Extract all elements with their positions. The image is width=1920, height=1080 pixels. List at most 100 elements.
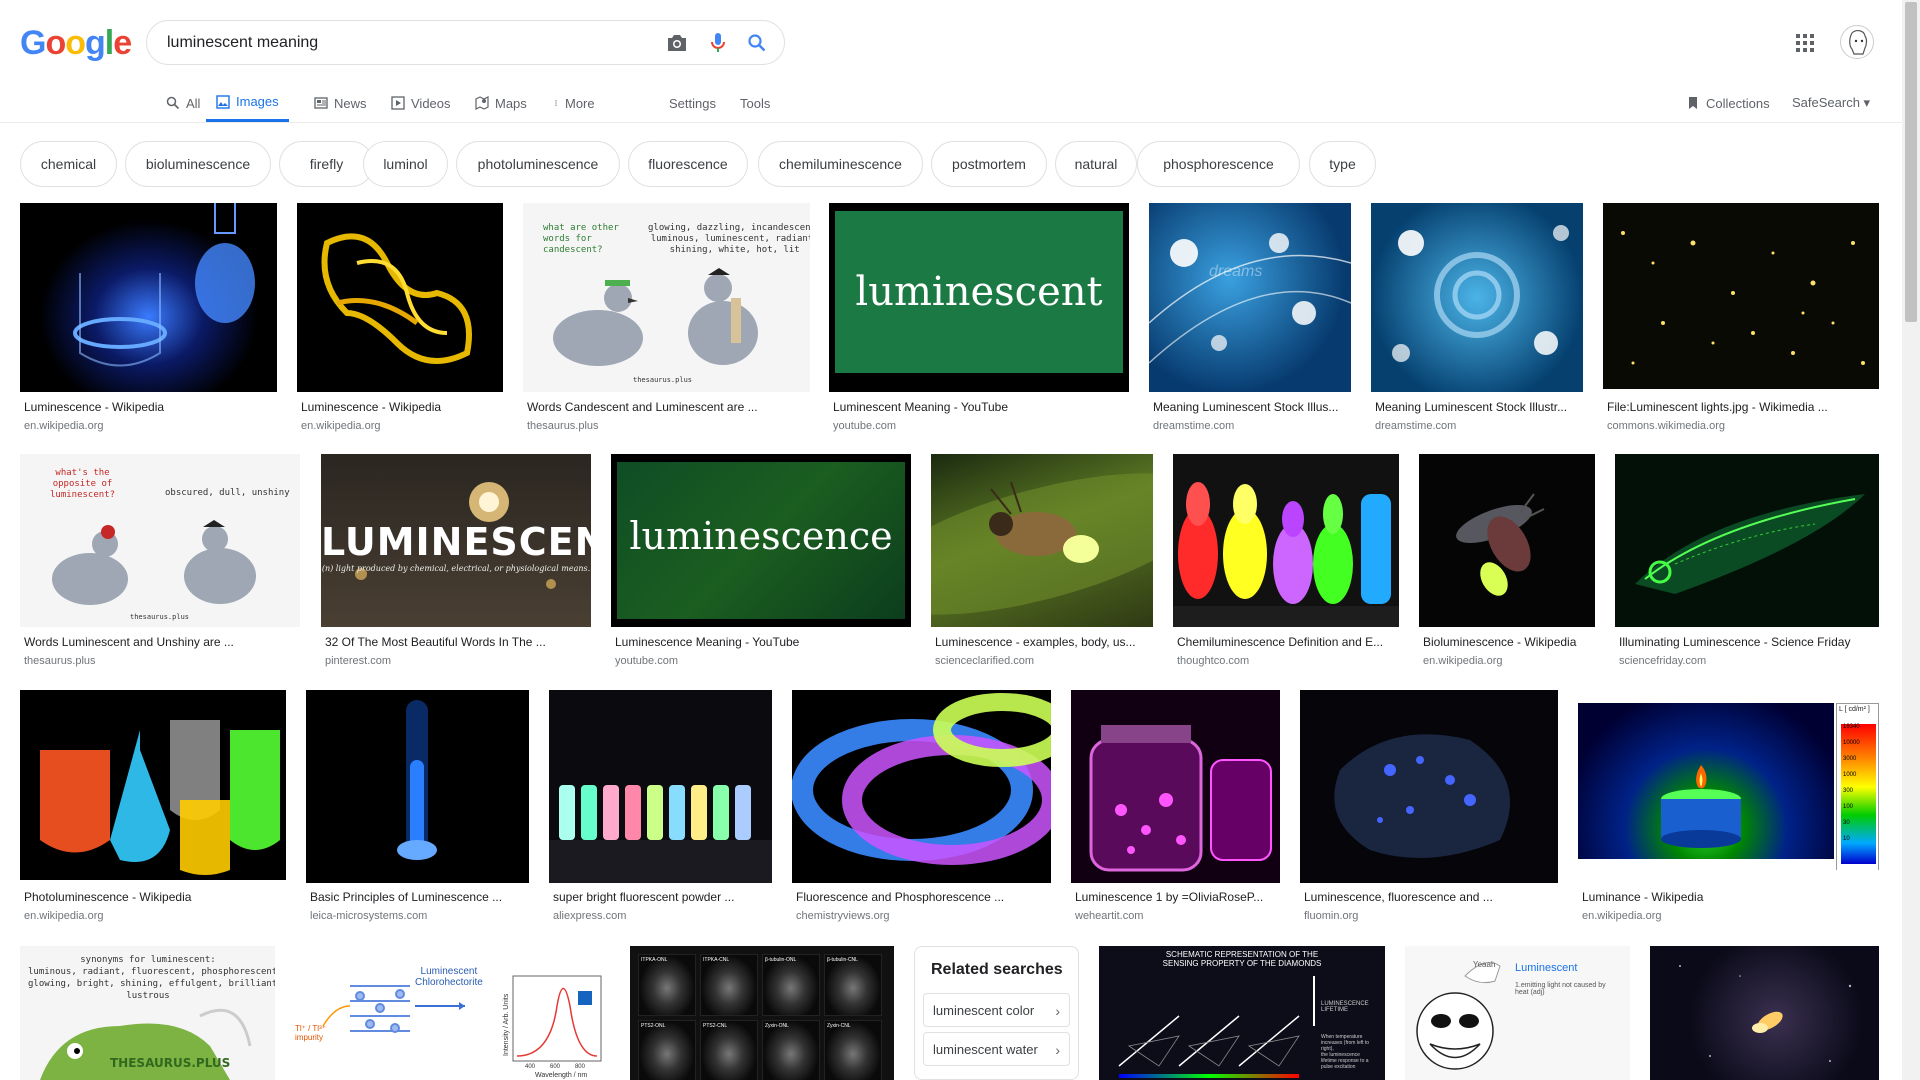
avatar[interactable]	[1840, 25, 1874, 59]
image-result[interactable]: Chemiluminescence Definition and E... th…	[1173, 454, 1399, 684]
result-site: dreamstime.com	[1153, 420, 1235, 432]
image-result[interactable]: Luminescence - Wikipedia en.wikipedia.or…	[20, 203, 277, 433]
image-result[interactable]: dreams Meaning Luminescent Stock Illus..…	[1149, 203, 1351, 433]
result-site: en.wikipedia.org	[1423, 655, 1503, 667]
result-site: en.wikipedia.org	[1582, 910, 1662, 922]
chip[interactable]: phosphorescence	[1137, 141, 1300, 187]
result-title: 32 Of The Most Beautiful Words In The ..…	[325, 635, 546, 649]
result-title: Luminescence 1 by =OliviaRoseP...	[1075, 890, 1264, 904]
image-result[interactable]: what's the opposite of luminescent? obsc…	[20, 454, 300, 684]
tab-maps[interactable]: Maps	[475, 84, 527, 122]
luminance-scale-label: 10	[1843, 836, 1850, 842]
image-result[interactable]: SCHEMATIC REPRESENTATION OF THE SENSING …	[1099, 946, 1385, 1080]
image-result[interactable]: luminescent Luminescent Meaning - YouTub…	[829, 203, 1129, 433]
image-result[interactable]: LUMINESCENCE (n) light produced by chemi…	[321, 454, 591, 684]
image-result[interactable]: luminescence Luminescence Meaning - YouT…	[611, 454, 911, 684]
image-result[interactable]: Yeaah Luminescent 1.emitting light not c…	[1405, 946, 1630, 1080]
result-thumbnail: ITPKA-ONL ITPKA-CNL β-tubulin-ONL β-tubulin…	[630, 946, 894, 1080]
microscopy-panel-label: PTS2-CNL	[703, 1023, 728, 1029]
result-thumbnail: what's the opposite of luminescent? obsc…	[20, 454, 300, 627]
microscopy-panel: Zyxin-CNL	[824, 1020, 882, 1080]
result-title: Words Luminescent and Unshiny are ...	[24, 635, 234, 649]
chip[interactable]: bioluminescence	[125, 141, 271, 187]
result-title: Luminescence - Wikipedia	[301, 400, 442, 414]
result-site: youtube.com	[615, 655, 678, 667]
luminance-scale-label: 300	[1843, 788, 1854, 794]
camera-icon[interactable]	[665, 32, 689, 54]
chip[interactable]: chemical	[20, 141, 117, 187]
chip[interactable]: postmortem	[931, 141, 1047, 187]
result-title: Photoluminescence - Wikipedia	[24, 890, 192, 904]
tab-tools[interactable]: Tools	[740, 84, 770, 122]
image-result[interactable]: File:Luminescent lights.jpg - Wikimedia …	[1603, 203, 1879, 433]
luminance-scale-label: 3000	[1843, 756, 1857, 762]
result-thumbnail: Luminescent Chlorohectorite Tl⁺ / Tl³⁺ i…	[295, 946, 610, 1080]
image-result[interactable]: Bioluminescence - Wikipedia en.wikipedia…	[1419, 454, 1595, 684]
image-result[interactable]: synonyms for luminescent: luminous, radi…	[20, 946, 275, 1080]
image-result[interactable]: Luminescence, fluorescence and ... fluom…	[1300, 690, 1558, 930]
chip[interactable]: type	[1309, 141, 1376, 187]
page-scrollbar[interactable]	[1902, 0, 1920, 1080]
luminance-scale-label: 10000	[1843, 740, 1860, 746]
image-result[interactable]: L [ cd/m² ] 19340 10000 3000 1000 300 100 30 10…	[1578, 690, 1879, 930]
microscopy-panel-label: Zyxin-CNL	[827, 1023, 851, 1029]
result-site: weheartit.com	[1075, 910, 1144, 922]
tab-images[interactable]: Images	[206, 84, 289, 122]
image-result[interactable]: Luminescence - Wikipedia en.wikipedia.or…	[297, 203, 503, 433]
result-thumbnail: what are other words for candescent? glo…	[523, 203, 810, 392]
image-result[interactable]: Basic Principles of Luminescence ... lei…	[306, 690, 529, 930]
image-result[interactable]: Luminescence - examples, body, us... sci…	[931, 454, 1153, 684]
news-icon	[314, 97, 328, 109]
related-search-item[interactable]: luminescent water ›	[923, 1032, 1070, 1066]
image-result[interactable]: super bright fluorescent powder ... alie…	[549, 690, 772, 930]
tab-settings[interactable]: Settings	[669, 84, 716, 122]
safesearch-dropdown[interactable]: SafeSearch ▾	[1792, 84, 1870, 122]
microscopy-panel: β-tubulin-ONL	[762, 954, 820, 1016]
chip[interactable]: photoluminescence	[456, 141, 620, 187]
image-result[interactable]: what are other words for candescent? glo…	[523, 203, 810, 433]
tab-more[interactable]: More	[553, 84, 595, 122]
image-result[interactable]: Fluorescence and Phosphorescence ... che…	[792, 690, 1051, 930]
search-box	[146, 20, 785, 65]
scrollbar-thumb[interactable]	[1905, 2, 1917, 322]
tab-videos[interactable]: Videos	[391, 84, 451, 122]
microscopy-panel-label: PTS2-ONL	[641, 1023, 666, 1029]
chip[interactable]: firefly	[279, 141, 374, 187]
image-result[interactable]: ITPKA-ONL ITPKA-CNL β-tubulin-ONL β-tubulin…	[630, 946, 894, 1080]
result-title: Meaning Luminescent Stock Illus...	[1153, 400, 1339, 414]
image-result[interactable]: Photoluminescence - Wikipedia en.wikiped…	[20, 690, 286, 930]
google-logo[interactable]: Google	[20, 24, 132, 63]
chip[interactable]: luminol	[363, 141, 448, 187]
luminance-scale-label: 30	[1843, 820, 1850, 826]
tab-all[interactable]: All	[166, 84, 200, 122]
search-icon[interactable]	[745, 32, 769, 54]
microscopy-panel-label: β-tubulin-ONL	[765, 957, 797, 963]
result-thumbnail	[1419, 454, 1595, 627]
search-input[interactable]	[167, 21, 647, 64]
bookmark-icon	[1689, 97, 1697, 109]
result-site: scienceclarified.com	[935, 655, 1035, 667]
mic-icon[interactable]	[706, 32, 730, 54]
image-result[interactable]	[1650, 946, 1879, 1080]
image-result[interactable]: Illuminating Luminescence - Science Frid…	[1615, 454, 1879, 684]
result-title: Fluorescence and Phosphorescence ...	[796, 890, 1005, 904]
apps-icon[interactable]	[1795, 33, 1815, 53]
result-site: pinterest.com	[325, 655, 392, 667]
image-result[interactable]: Luminescent Chlorohectorite Tl⁺ / Tl³⁺ i…	[295, 946, 610, 1080]
result-thumbnail	[1650, 946, 1879, 1080]
chip[interactable]: fluorescence	[628, 141, 748, 187]
result-title: Luminescence Meaning - YouTube	[615, 635, 800, 649]
microscopy-panel-label: ITPKA-CNL	[703, 957, 730, 963]
microscopy-panel: Zyxin-ONL	[762, 1020, 820, 1080]
chip[interactable]: natural	[1055, 141, 1137, 187]
microscopy-panel: ITPKA-CNL	[700, 954, 758, 1016]
image-result[interactable]: Meaning Luminescent Stock Illustr... dre…	[1371, 203, 1583, 433]
chip[interactable]: chemiluminescence	[758, 141, 923, 187]
result-thumbnail: luminescent	[829, 203, 1129, 392]
collections-link[interactable]: Collections	[1686, 84, 1770, 122]
microscopy-panel: PTS2-ONL	[638, 1020, 696, 1080]
tab-news[interactable]: News	[314, 84, 367, 122]
related-search-item[interactable]: luminescent color ›	[923, 993, 1070, 1027]
result-site: commons.wikimedia.org	[1607, 420, 1725, 432]
image-result[interactable]: Luminescence 1 by =OliviaRoseP... wehear…	[1071, 690, 1280, 930]
